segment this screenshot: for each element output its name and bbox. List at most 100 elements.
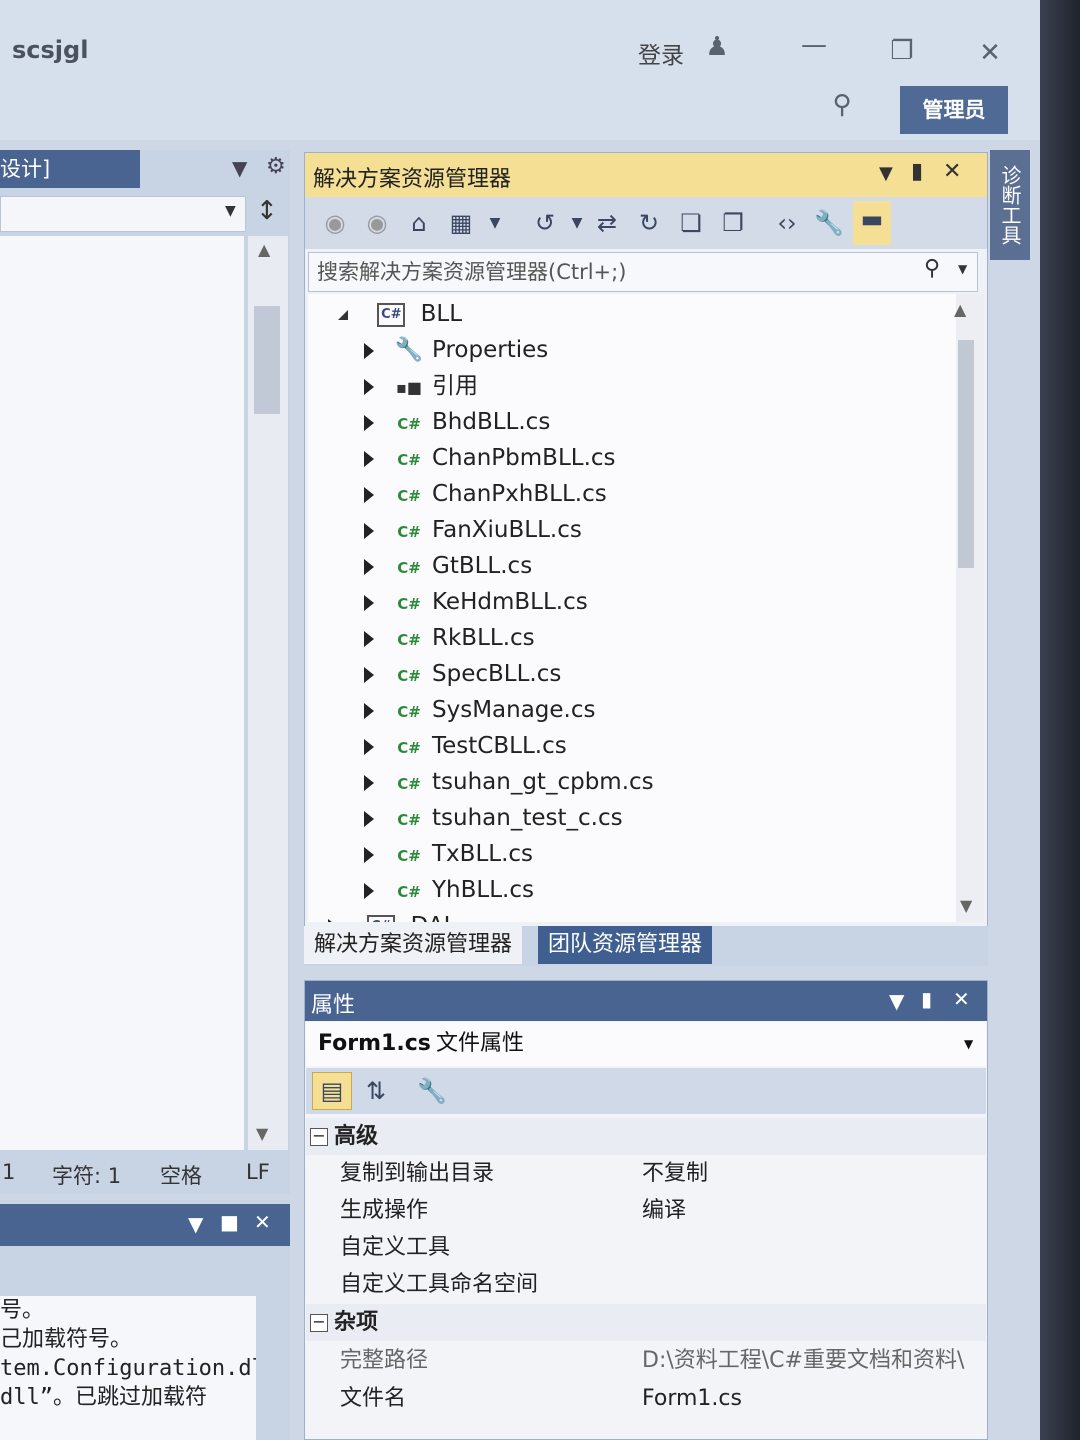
properties-wrench-icon[interactable]: 🔧 bbox=[813, 205, 845, 241]
property-value[interactable]: Form1.cs bbox=[642, 1380, 742, 1417]
code-editor[interactable] bbox=[0, 236, 244, 1150]
property-value[interactable]: 不复制 bbox=[642, 1155, 708, 1192]
expand-arrow-icon[interactable] bbox=[364, 810, 374, 827]
se-scroll-up-icon[interactable]: ▲ bbox=[954, 300, 966, 319]
refresh-icon[interactable]: ↻ bbox=[633, 205, 665, 241]
tree-item[interactable]: C# RkBLL.cs bbox=[364, 620, 535, 656]
admin-button[interactable]: 管理员 bbox=[900, 86, 1008, 134]
search-options-icon[interactable]: ▼ bbox=[958, 262, 967, 276]
expand-arrow-icon[interactable] bbox=[364, 666, 374, 683]
tree-item[interactable]: C# FanXiuBLL.cs bbox=[364, 512, 582, 548]
tab-dropdown-icon[interactable]: ▼ bbox=[232, 156, 247, 180]
login-link[interactable]: 登录 bbox=[638, 36, 684, 70]
output-dropdown-icon[interactable]: ▼ bbox=[188, 1212, 203, 1236]
properties-close-icon[interactable]: ✕ bbox=[953, 987, 970, 1011]
property-row[interactable]: 文件名 Form1.cs bbox=[306, 1380, 986, 1417]
expand-arrow-icon[interactable] bbox=[364, 450, 374, 467]
solution-scroll-thumb[interactable] bbox=[958, 340, 974, 568]
category-advanced[interactable]: − 高级 bbox=[306, 1118, 986, 1155]
expand-arrow-icon[interactable] bbox=[364, 702, 374, 719]
expand-arrow-icon[interactable] bbox=[364, 882, 374, 899]
scroll-up-icon[interactable]: ▲ bbox=[258, 240, 270, 259]
expand-arrow-icon[interactable] bbox=[364, 486, 374, 503]
switch-views-icon[interactable]: ▦ bbox=[445, 205, 477, 241]
member-dropdown[interactable]: ▼ bbox=[0, 196, 246, 232]
tab-team-explorer[interactable]: 团队资源管理器 bbox=[538, 926, 713, 964]
tree-item[interactable]: C# SpecBLL.cs bbox=[364, 656, 561, 692]
search-icon[interactable]: ⚲ bbox=[924, 256, 940, 281]
close-icon[interactable]: ✕ bbox=[972, 38, 1008, 68]
tree-item[interactable]: C# ChanPbmBLL.cs bbox=[364, 440, 616, 476]
tree-project-dal[interactable]: C# DAL bbox=[328, 908, 456, 922]
tree-item[interactable]: 🔧 Properties bbox=[364, 332, 548, 368]
tree-item[interactable]: C# TestCBLL.cs bbox=[364, 728, 567, 764]
show-all-files-icon[interactable]: ❐ bbox=[717, 205, 749, 241]
expand-arrow-icon[interactable] bbox=[364, 774, 374, 791]
collapse-icon[interactable]: − bbox=[310, 1128, 328, 1146]
collapse-all-icon[interactable]: ❏ bbox=[675, 205, 707, 241]
expand-arrow-icon[interactable] bbox=[364, 342, 374, 359]
solution-search-input[interactable]: 搜索解决方案资源管理器(Ctrl+;) bbox=[308, 252, 978, 292]
preview-selected-icon[interactable]: ▬ bbox=[853, 201, 891, 245]
tree-item[interactable]: C# KeHdmBLL.cs bbox=[364, 584, 588, 620]
expand-arrow-icon[interactable] bbox=[328, 918, 338, 922]
tree-item[interactable]: C# YhBLL.cs bbox=[364, 872, 534, 908]
expand-arrow-icon[interactable] bbox=[364, 594, 374, 611]
restore-icon[interactable]: ❐ bbox=[884, 36, 920, 66]
property-row[interactable]: 复制到输出目录 不复制 bbox=[306, 1155, 986, 1192]
collapse-icon[interactable]: − bbox=[310, 1314, 328, 1332]
tree-project-bll[interactable]: C# BLL bbox=[328, 296, 462, 332]
editor-scroll-thumb[interactable] bbox=[254, 306, 280, 414]
feedback-icon[interactable]: ⚲ bbox=[822, 90, 862, 120]
views-dropdown-icon[interactable]: ▼ bbox=[479, 205, 511, 241]
scroll-down-icon[interactable]: ▼ bbox=[256, 1124, 268, 1143]
property-row[interactable]: 生成操作 编译 bbox=[306, 1192, 986, 1229]
tree-item[interactable]: C# SysManage.cs bbox=[364, 692, 596, 728]
designer-tab[interactable]: 设计] bbox=[0, 150, 140, 188]
gear-icon[interactable]: ⚙ bbox=[266, 154, 286, 179]
category-misc[interactable]: − 杂项 bbox=[306, 1304, 986, 1341]
diagnostics-tools-tab[interactable]: 诊断工具 bbox=[990, 150, 1030, 260]
tree-item[interactable]: C# tsuhan_gt_cpbm.cs bbox=[364, 764, 654, 800]
view-code-icon[interactable]: ‹› bbox=[771, 205, 803, 241]
expand-arrow-icon[interactable] bbox=[364, 378, 374, 395]
properties-pin-icon[interactable]: ▮ bbox=[921, 987, 932, 1011]
se-pin-icon[interactable]: ▮ bbox=[911, 159, 923, 184]
tree-item[interactable]: C# tsuhan_test_c.cs bbox=[364, 800, 623, 836]
home-icon[interactable]: ⌂ bbox=[403, 205, 435, 241]
pending-changes-icon[interactable]: ↺ bbox=[529, 205, 561, 241]
expand-arrow-icon[interactable] bbox=[364, 846, 374, 863]
sync-icon[interactable]: ⇄ bbox=[591, 205, 623, 241]
property-row[interactable]: 自定义工具 bbox=[306, 1229, 986, 1266]
output-close-icon[interactable]: ✕ bbox=[254, 1210, 271, 1234]
properties-dropdown-icon[interactable]: ▼ bbox=[889, 989, 904, 1013]
expand-arrow-icon[interactable] bbox=[364, 558, 374, 575]
tree-item[interactable]: C# TxBLL.cs bbox=[364, 836, 533, 872]
tree-item[interactable]: C# GtBLL.cs bbox=[364, 548, 532, 584]
pending-dropdown-icon[interactable]: ▼ bbox=[561, 205, 593, 241]
categorized-icon[interactable]: ▤ bbox=[312, 1072, 352, 1110]
minimize-icon[interactable]: — bbox=[796, 30, 832, 60]
property-value[interactable]: D:\资料工程\C#重要文档和资料\ bbox=[642, 1342, 986, 1379]
se-scroll-down-icon[interactable]: ▼ bbox=[960, 896, 972, 915]
property-pages-icon[interactable]: 🔧 bbox=[416, 1073, 448, 1109]
property-value[interactable]: 编译 bbox=[642, 1192, 686, 1229]
se-close-icon[interactable]: ✕ bbox=[943, 159, 961, 184]
object-selector[interactable]: Form1.cs 文件属性 ▼ bbox=[306, 1022, 986, 1066]
tree-item[interactable]: C# BhdBLL.cs bbox=[364, 404, 550, 440]
expand-arrow-icon[interactable] bbox=[364, 414, 374, 431]
se-dropdown-icon[interactable]: ▼ bbox=[879, 163, 893, 184]
property-row[interactable]: 自定义工具命名空间 bbox=[306, 1266, 986, 1303]
property-row[interactable]: 完整路径 D:\资料工程\C#重要文档和资料\ bbox=[306, 1342, 986, 1379]
add-user-icon[interactable]: ♟ bbox=[700, 32, 734, 62]
tree-item[interactable]: ▪■ 引用 bbox=[364, 368, 478, 404]
expand-arrow-icon[interactable] bbox=[364, 522, 374, 539]
forward-icon[interactable]: ◉ bbox=[361, 205, 393, 241]
back-icon[interactable]: ◉ bbox=[319, 205, 351, 241]
tree-item[interactable]: C# ChanPxhBLL.cs bbox=[364, 476, 607, 512]
expand-arrow-icon[interactable] bbox=[328, 309, 348, 320]
split-icon[interactable]: ↕ bbox=[256, 196, 278, 226]
output-pin-icon[interactable]: ■ bbox=[220, 1210, 239, 1234]
tab-solution-explorer[interactable]: 解决方案资源管理器 bbox=[304, 926, 523, 964]
alphabetical-sort-icon[interactable]: ⇅ bbox=[360, 1073, 392, 1109]
